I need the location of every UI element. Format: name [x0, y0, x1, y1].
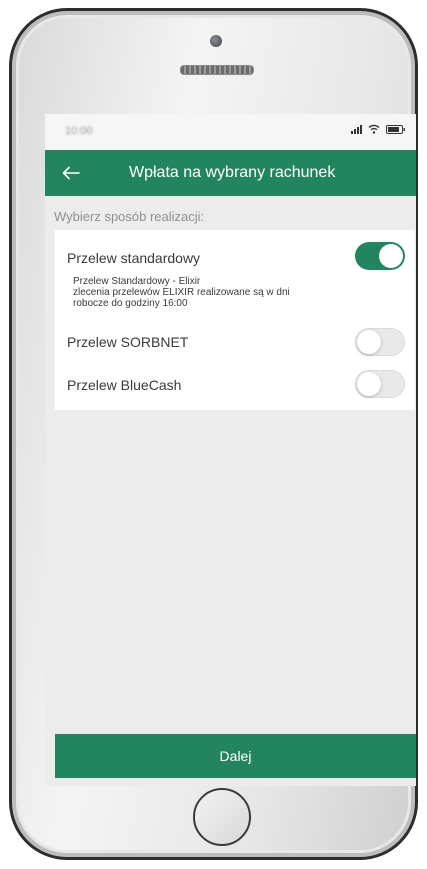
app-header: Wpłata na wybrany rachunek: [45, 150, 416, 196]
status-time: 10:00: [65, 125, 93, 137]
home-button[interactable]: [193, 788, 251, 846]
description-line: Przelew Standardowy - Elixir: [73, 276, 201, 287]
toggle-sorbnet[interactable]: [355, 328, 405, 356]
toggle-standard[interactable]: [355, 242, 405, 270]
app-screen: 10:00 Wpłata na wybrany rachunek Wybierz…: [45, 114, 416, 786]
arrow-left-icon[interactable]: [57, 159, 85, 187]
signal-icon: [351, 124, 362, 134]
status-icons: [351, 123, 406, 135]
wifi-icon: [368, 124, 380, 134]
option-label-sorbnet: Przelew SORBNET: [67, 334, 189, 350]
description-line: robocze do godziny 16:00: [73, 298, 188, 309]
description-line: zlecenia przelewów ELIXIR realizowane są…: [73, 287, 290, 298]
option-label-standard: Przelew standardowy: [67, 250, 201, 266]
toggle-knob: [379, 244, 403, 268]
earpiece-speaker: [180, 65, 254, 75]
options-card: Przelew standardowy Przelew Standardowy …: [55, 230, 415, 410]
battery-icon: [386, 124, 405, 134]
phone-frame: 10:00 Wpłata na wybrany rachunek Wybierz…: [9, 8, 418, 860]
option-description-standard: Przelew Standardowy - Elixir zlecenia pr…: [73, 276, 373, 309]
page-title: Wpłata na wybrany rachunek: [129, 164, 336, 181]
option-label-bluecash: Przelew BlueCash: [67, 377, 182, 393]
next-button[interactable]: Dalej: [55, 734, 416, 778]
front-camera: [210, 35, 222, 47]
status-bar: 10:00: [45, 114, 416, 150]
toggle-knob: [357, 372, 381, 396]
toggle-bluecash[interactable]: [355, 370, 405, 398]
section-label: Wybierz sposób realizacji:: [54, 209, 205, 224]
toggle-knob: [357, 330, 381, 354]
